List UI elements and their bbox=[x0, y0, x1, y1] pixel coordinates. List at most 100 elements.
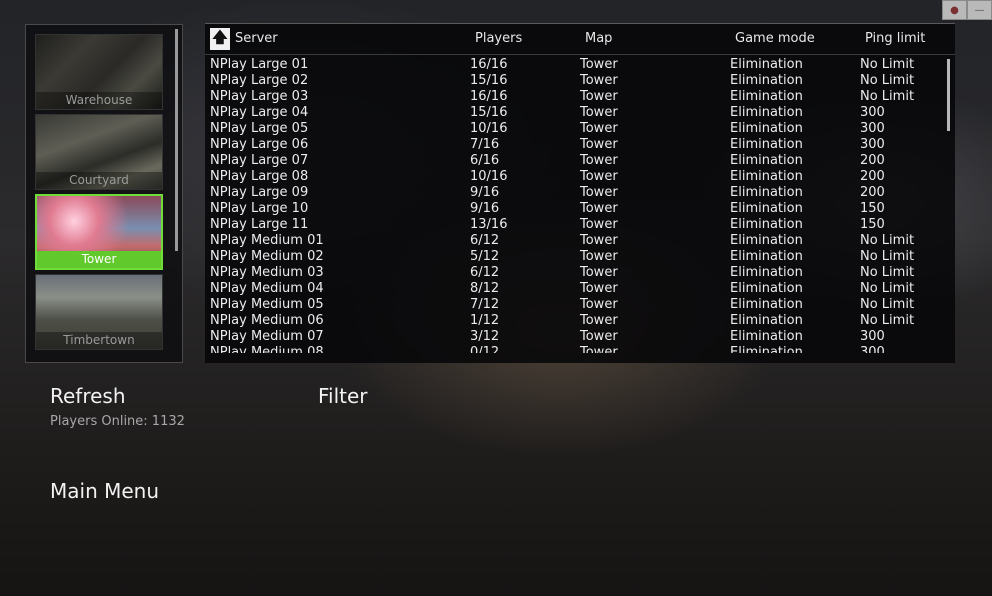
players-count: 5/12 bbox=[470, 249, 500, 264]
map-name: Tower bbox=[580, 249, 618, 264]
server-name: NPlay Medium 02 bbox=[210, 249, 324, 264]
table-row[interactable]: NPlay Large 03 16/16 Tower Elimination No Li… bbox=[205, 89, 945, 105]
server-name: NPlay Medium 04 bbox=[210, 281, 324, 296]
ping-limit: 300 bbox=[860, 345, 885, 353]
record-icon[interactable]: ● bbox=[942, 0, 967, 20]
table-header: 🡅 Server Players Map Game mode Ping limi… bbox=[205, 24, 955, 55]
table-row[interactable]: NPlay Large 08 10/16 Tower Elimination 200 bbox=[205, 169, 945, 185]
players-count: 7/16 bbox=[470, 137, 500, 152]
ping-limit: No Limit bbox=[860, 281, 915, 296]
map-list-scrollbar[interactable] bbox=[175, 29, 178, 251]
table-row[interactable]: NPlay Large 06 7/16 Tower Elimination 300 bbox=[205, 137, 945, 153]
table-row[interactable]: NPlay Large 07 6/16 Tower Elimination 200 bbox=[205, 153, 945, 169]
sort-arrow-icon[interactable]: 🡅 bbox=[210, 28, 230, 50]
map-item-tower[interactable]: Tower bbox=[35, 194, 163, 270]
map-name: Tower bbox=[580, 121, 618, 136]
map-label: Tower bbox=[37, 251, 161, 268]
server-list-scrollbar[interactable] bbox=[947, 59, 950, 131]
table-body: NPlay Large 01 16/16 Tower Elimination No Li… bbox=[205, 57, 945, 353]
server-name: NPlay Large 07 bbox=[210, 153, 309, 168]
game-mode: Elimination bbox=[730, 233, 803, 248]
server-name: NPlay Large 09 bbox=[210, 185, 309, 200]
server-name: NPlay Large 04 bbox=[210, 105, 309, 120]
players-count: 15/16 bbox=[470, 73, 508, 88]
players-count: 1/12 bbox=[470, 313, 500, 328]
map-label: Timbertown bbox=[36, 332, 162, 349]
players-count: 16/16 bbox=[470, 57, 508, 72]
game-mode: Elimination bbox=[730, 297, 803, 312]
game-mode: Elimination bbox=[730, 153, 803, 168]
server-list: 🡅 Server Players Map Game mode Ping limi… bbox=[205, 23, 955, 363]
map-list: Warehouse Courtyard Tower Timbertown bbox=[25, 24, 183, 363]
map-name: Tower bbox=[580, 57, 618, 72]
map-name: Tower bbox=[580, 89, 618, 104]
column-header-ping-limit[interactable]: Ping limit bbox=[865, 31, 925, 46]
column-header-server[interactable]: Server bbox=[235, 31, 278, 46]
players-count: 3/12 bbox=[470, 329, 500, 344]
table-row[interactable]: NPlay Medium 02 5/12 Tower Elimination No Li… bbox=[205, 249, 945, 265]
table-row[interactable]: NPlay Medium 01 6/12 Tower Elimination No Li… bbox=[205, 233, 945, 249]
table-row[interactable]: NPlay Large 05 10/16 Tower Elimination 300 bbox=[205, 121, 945, 137]
game-mode: Elimination bbox=[730, 249, 803, 264]
map-name: Tower bbox=[580, 297, 618, 312]
ping-limit: 300 bbox=[860, 121, 885, 136]
map-name: Tower bbox=[580, 281, 618, 296]
ping-limit: 300 bbox=[860, 137, 885, 152]
server-name: NPlay Large 01 bbox=[210, 57, 309, 72]
game-mode: Elimination bbox=[730, 313, 803, 328]
players-count: 6/16 bbox=[470, 153, 500, 168]
table-row[interactable]: NPlay Large 10 9/16 Tower Elimination 150 bbox=[205, 201, 945, 217]
refresh-button[interactable]: Refresh bbox=[50, 384, 126, 408]
table-row[interactable]: NPlay Large 04 15/16 Tower Elimination 300 bbox=[205, 105, 945, 121]
map-name: Tower bbox=[580, 265, 618, 280]
map-item-courtyard[interactable]: Courtyard bbox=[35, 114, 163, 190]
ping-limit: No Limit bbox=[860, 313, 915, 328]
game-mode: Elimination bbox=[730, 265, 803, 280]
game-mode: Elimination bbox=[730, 121, 803, 136]
column-header-map[interactable]: Map bbox=[585, 31, 612, 46]
server-name: NPlay Large 05 bbox=[210, 121, 309, 136]
main-menu-button[interactable]: Main Menu bbox=[50, 479, 159, 503]
table-row[interactable]: NPlay Medium 05 7/12 Tower Elimination No Li… bbox=[205, 297, 945, 313]
server-name: NPlay Medium 01 bbox=[210, 233, 324, 248]
players-count: 8/12 bbox=[470, 281, 500, 296]
game-mode: Elimination bbox=[730, 57, 803, 72]
ping-limit: No Limit bbox=[860, 249, 915, 264]
ping-limit: 200 bbox=[860, 185, 885, 200]
map-item-timbertown[interactable]: Timbertown bbox=[35, 274, 163, 350]
table-row[interactable]: NPlay Medium 03 6/12 Tower Elimination No Li… bbox=[205, 265, 945, 281]
server-name: NPlay Large 10 bbox=[210, 201, 309, 216]
filter-button[interactable]: Filter bbox=[318, 384, 368, 408]
map-name: Tower bbox=[580, 329, 618, 344]
table-row[interactable]: NPlay Large 11 13/16 Tower Elimination 150 bbox=[205, 217, 945, 233]
server-name: NPlay Medium 08 bbox=[210, 345, 324, 353]
map-item-warehouse[interactable]: Warehouse bbox=[35, 34, 163, 110]
game-mode: Elimination bbox=[730, 105, 803, 120]
map-name: Tower bbox=[580, 153, 618, 168]
ping-limit: 200 bbox=[860, 169, 885, 184]
server-name: NPlay Medium 05 bbox=[210, 297, 324, 312]
table-row[interactable]: NPlay Large 02 15/16 Tower Elimination No Li… bbox=[205, 73, 945, 89]
table-row[interactable]: NPlay Large 09 9/16 Tower Elimination 200 bbox=[205, 185, 945, 201]
server-name: NPlay Large 03 bbox=[210, 89, 309, 104]
column-header-players[interactable]: Players bbox=[475, 31, 522, 46]
players-count: 10/16 bbox=[470, 169, 508, 184]
map-name: Tower bbox=[580, 137, 618, 152]
map-name: Tower bbox=[580, 345, 618, 353]
ping-limit: 150 bbox=[860, 217, 885, 232]
table-row[interactable]: NPlay Large 01 16/16 Tower Elimination No Li… bbox=[205, 57, 945, 73]
game-mode: Elimination bbox=[730, 89, 803, 104]
players-count: 9/16 bbox=[470, 185, 500, 200]
column-header-game-mode[interactable]: Game mode bbox=[735, 31, 815, 46]
players-count: 7/12 bbox=[470, 297, 500, 312]
server-name: NPlay Large 06 bbox=[210, 137, 309, 152]
table-row[interactable]: NPlay Medium 04 8/12 Tower Elimination No Li… bbox=[205, 281, 945, 297]
players-count: 16/16 bbox=[470, 89, 508, 104]
minimize-icon[interactable]: — bbox=[967, 0, 992, 20]
map-name: Tower bbox=[580, 73, 618, 88]
table-row[interactable]: NPlay Medium 06 1/12 Tower Elimination No Li… bbox=[205, 313, 945, 329]
map-name: Tower bbox=[580, 169, 618, 184]
players-count: 6/12 bbox=[470, 265, 500, 280]
table-row[interactable]: NPlay Medium 08 0/12 Tower Elimination 300 bbox=[205, 345, 945, 353]
table-row[interactable]: NPlay Medium 07 3/12 Tower Elimination 300 bbox=[205, 329, 945, 345]
